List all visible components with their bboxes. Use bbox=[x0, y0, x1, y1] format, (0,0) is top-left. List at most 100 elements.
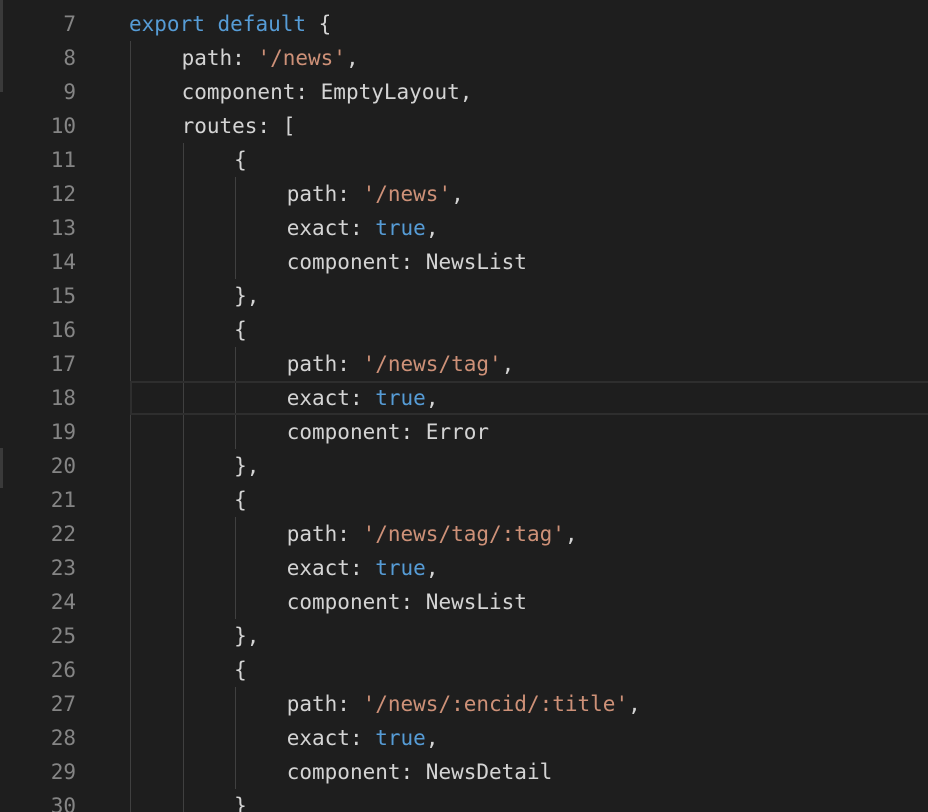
code-line[interactable]: 12 path: '/news', bbox=[0, 177, 928, 211]
code-line[interactable]: 22 path: '/news/tag/:tag', bbox=[0, 517, 928, 551]
code-line[interactable]: 9 component: EmptyLayout, bbox=[0, 75, 928, 109]
indent-guide bbox=[130, 653, 131, 687]
indent-guide bbox=[235, 687, 237, 721]
code-text[interactable]: path: '/news', bbox=[287, 177, 464, 211]
code-text[interactable]: exact: true, bbox=[287, 551, 439, 585]
code-text[interactable]: path: '/news/:encid/:title', bbox=[287, 687, 641, 721]
indent-guide bbox=[130, 41, 131, 75]
line-number: 16 bbox=[50, 318, 76, 342]
code-text[interactable]: component: EmptyLayout, bbox=[182, 75, 473, 109]
indent-guide bbox=[235, 245, 237, 279]
indent-guide bbox=[235, 721, 237, 755]
code-line[interactable]: 13 exact: true, bbox=[0, 211, 928, 245]
indent-guide bbox=[182, 653, 184, 687]
code-text[interactable]: path: '/news/tag', bbox=[287, 347, 515, 381]
indent-guide bbox=[130, 347, 131, 381]
line-number: 8 bbox=[63, 46, 76, 70]
code-token: routes: [ bbox=[181, 114, 296, 138]
code-line[interactable]: 15}, bbox=[0, 279, 928, 313]
indent-guide bbox=[235, 585, 237, 619]
indent-guide bbox=[130, 585, 131, 619]
code-token: { bbox=[234, 488, 247, 512]
line-number: 21 bbox=[50, 488, 76, 512]
indent-guide bbox=[235, 177, 237, 211]
code-line[interactable]: 11 { bbox=[0, 143, 928, 177]
code-line[interactable]: 16 { bbox=[0, 313, 928, 347]
code-token: , bbox=[451, 182, 464, 206]
indent-guide bbox=[182, 721, 184, 755]
indent-guide bbox=[130, 551, 131, 585]
code-token: , bbox=[425, 386, 439, 410]
string-token: '/news/tag/:tag' bbox=[362, 522, 565, 546]
code-text[interactable]: { bbox=[234, 143, 247, 177]
indent-guide bbox=[130, 415, 131, 449]
code-line[interactable]: 10 routes: [ bbox=[0, 109, 928, 143]
code-line[interactable]: 24 component: NewsList bbox=[0, 585, 928, 619]
indent-guide bbox=[130, 279, 131, 313]
code-text[interactable]: component: Error bbox=[287, 415, 489, 449]
code-line[interactable]: 29 component: NewsDetail bbox=[0, 755, 928, 789]
code-line[interactable]: 30} bbox=[0, 789, 928, 812]
code-line[interactable]: 8 path: '/news', bbox=[0, 41, 928, 75]
code-token: , bbox=[628, 692, 641, 716]
code-text[interactable]: { bbox=[234, 653, 247, 687]
indent-guide bbox=[235, 755, 237, 789]
code-text[interactable]: component: NewsList bbox=[287, 585, 527, 619]
line-number: 26 bbox=[50, 658, 76, 682]
line-number: 28 bbox=[50, 726, 76, 750]
code-text[interactable]: routes: [ bbox=[182, 109, 296, 143]
code-text[interactable]: export default { bbox=[129, 7, 331, 41]
indent-guide bbox=[182, 245, 184, 279]
indent-guide bbox=[182, 449, 184, 483]
code-line[interactable]: 20}, bbox=[0, 449, 928, 483]
code-token: exact: bbox=[286, 386, 376, 410]
code-line[interactable]: 21 { bbox=[0, 483, 928, 517]
code-text[interactable]: exact: true, bbox=[287, 381, 439, 415]
code-token: path: bbox=[286, 692, 363, 716]
code-text[interactable]: { bbox=[234, 313, 247, 347]
code-text[interactable]: path: '/news', bbox=[182, 41, 359, 75]
code-line[interactable]: 14 component: NewsList bbox=[0, 245, 928, 279]
code-token: , bbox=[501, 352, 515, 376]
code-line[interactable]: 23 exact: true, bbox=[0, 551, 928, 585]
indent-guide bbox=[130, 517, 131, 551]
code-token: component: NewsDetail bbox=[286, 760, 553, 784]
line-number: 13 bbox=[50, 216, 76, 240]
indent-guide bbox=[130, 75, 131, 109]
code-text[interactable]: exact: true, bbox=[287, 721, 439, 755]
code-line[interactable]: 17 path: '/news/tag', bbox=[0, 347, 928, 381]
code-line[interactable]: 19 component: Error bbox=[0, 415, 928, 449]
code-editor[interactable]: 7 export default {8 path: '/news', 9 compone… bbox=[0, 0, 928, 812]
code-text[interactable]: }, bbox=[234, 619, 259, 653]
code-token: , bbox=[564, 522, 578, 546]
code-text[interactable]: } bbox=[234, 789, 247, 812]
indent-guide bbox=[182, 585, 184, 619]
line-number: 18 bbox=[50, 386, 76, 410]
code-text[interactable]: component: NewsList bbox=[287, 245, 527, 279]
indent-guide bbox=[235, 517, 237, 551]
code-text[interactable]: }, bbox=[234, 279, 259, 313]
keyword-token: default bbox=[217, 12, 307, 36]
code-line[interactable]: 28 exact: true, bbox=[0, 721, 928, 755]
code-text[interactable]: component: NewsDetail bbox=[287, 755, 553, 789]
indent-guide bbox=[235, 347, 237, 381]
code-line[interactable]: 7 export default { bbox=[0, 7, 928, 41]
indent-guide bbox=[130, 449, 131, 483]
code-token: , bbox=[345, 46, 359, 70]
code-text[interactable]: path: '/news/tag/:tag', bbox=[287, 517, 578, 551]
code-text[interactable]: { bbox=[234, 483, 247, 517]
code-line[interactable]: 26 { bbox=[0, 653, 928, 687]
code-line[interactable]: 27 path: '/news/:encid/:title', bbox=[0, 687, 928, 721]
indent-guide bbox=[130, 789, 131, 812]
code-line[interactable]: 25}, bbox=[0, 619, 928, 653]
line-number: 30 bbox=[50, 794, 76, 812]
indent-guide bbox=[235, 415, 237, 449]
code-line[interactable]: 18 exact: true, bbox=[0, 381, 928, 415]
code-text[interactable]: }, bbox=[234, 449, 259, 483]
code-lines[interactable]: 7 export default {8 path: '/news', 9 compone… bbox=[0, 7, 928, 812]
code-token: exact: bbox=[286, 556, 376, 580]
keyword-token: export bbox=[129, 12, 205, 36]
code-text[interactable]: exact: true, bbox=[287, 211, 439, 245]
indent-guide bbox=[130, 687, 131, 721]
